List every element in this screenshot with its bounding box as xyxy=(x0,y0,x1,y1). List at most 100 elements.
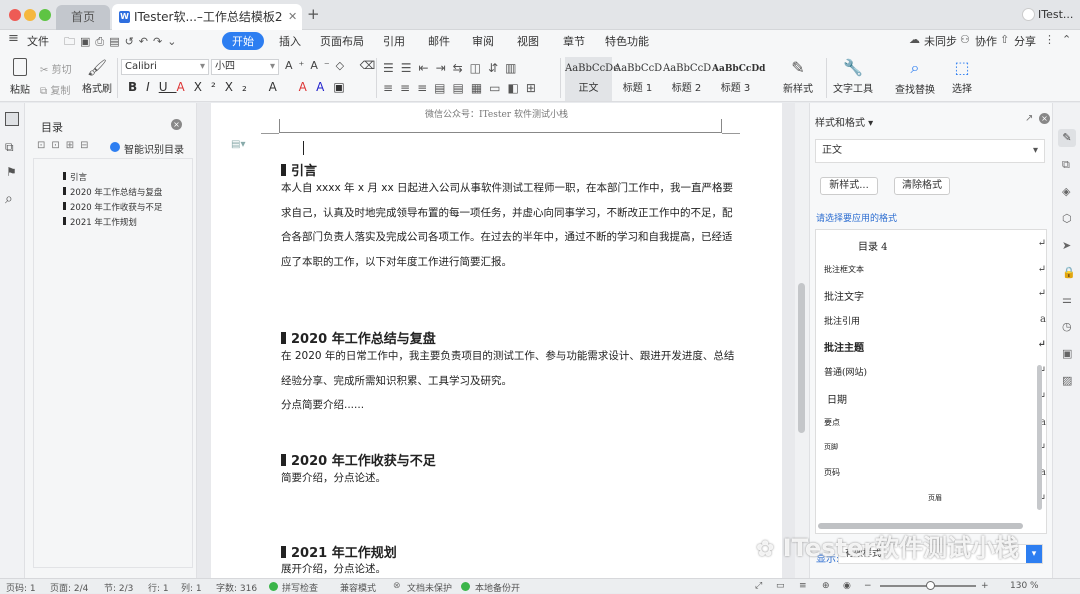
pointer-icon[interactable]: ➤ xyxy=(1062,239,1071,252)
quick-access-icons[interactable]: 🗀▣⎙▤↺↶↷⌄ xyxy=(64,33,181,52)
menu-tab-mail[interactable]: 邮件 xyxy=(428,33,450,49)
select-button[interactable]: ⬚ 选择 xyxy=(946,58,978,95)
sync-status[interactable]: 未同步 xyxy=(924,33,957,49)
compat-mode[interactable]: 兼容模式 xyxy=(340,581,376,594)
menu-tab-chapter[interactable]: 章节 xyxy=(563,33,585,49)
paste-button[interactable]: 粘贴 xyxy=(5,58,35,98)
format-painter-button[interactable]: 🖌 格式刷 xyxy=(82,58,112,95)
collab-button[interactable]: 协作 xyxy=(975,33,997,49)
history-icon[interactable]: ◷ xyxy=(1062,320,1072,333)
style-heading1[interactable]: AaBbCcD 标题 1 xyxy=(614,57,662,101)
tab-close-icon[interactable]: ✕ xyxy=(288,4,297,30)
style-item[interactable]: 批注主题 ↵ xyxy=(824,339,1046,354)
panel-popout-icon[interactable]: ↗ xyxy=(1025,113,1033,124)
style-item[interactable]: 日期↵ xyxy=(824,391,1046,406)
backup-status[interactable]: 本地备份开 xyxy=(475,581,520,594)
list-view-icon[interactable]: ≡ xyxy=(799,581,807,591)
sliders-icon[interactable]: ⚌ xyxy=(1062,293,1072,306)
style-item[interactable]: 批注框文本 ↵ xyxy=(824,264,1046,275)
copy-button[interactable]: ⧉ 复制 xyxy=(40,82,70,97)
menu-tab-start[interactable]: 开始 xyxy=(222,32,264,50)
eye-icon[interactable]: ◉ xyxy=(843,581,851,591)
zoom-handle[interactable] xyxy=(926,581,935,590)
close-window-button[interactable] xyxy=(9,9,21,21)
size-select[interactable]: 小四 ▾ xyxy=(211,59,279,75)
tab-home[interactable]: 首页 xyxy=(56,5,110,30)
style-item[interactable]: 页脚↵ xyxy=(824,442,1046,453)
document-scrollbar[interactable] xyxy=(795,103,809,578)
document-page[interactable]: 微信公众号：ITester 软件测试小栈 ▤▾ 引言 本人自 xxxx 年 x … xyxy=(211,103,782,578)
format-painter-label: 格式刷 xyxy=(82,84,112,95)
menu-tab-reference[interactable]: 引用 xyxy=(383,33,405,49)
style-item[interactable]: 普通(网站)↵ xyxy=(824,365,1046,378)
fill-icon[interactable]: ◈ xyxy=(1062,185,1070,198)
style-heading2[interactable]: AaBbCcD 标题 2 xyxy=(663,57,711,101)
zoom-level[interactable]: 130 % xyxy=(1010,581,1039,591)
close-icon[interactable]: × xyxy=(171,119,182,130)
menu-tab-review[interactable]: 审阅 xyxy=(472,33,494,49)
doc-outline-icon[interactable]: ▤▾ xyxy=(231,139,245,150)
new-style-button[interactable]: ✎ 新样式 xyxy=(780,58,816,95)
font-size-tools[interactable]: A⁺A⁻◇ ⌫ xyxy=(285,59,381,72)
protection-status[interactable]: 文档未保护 xyxy=(407,581,452,594)
scroll-thumb[interactable] xyxy=(798,283,805,433)
outline-icon[interactable] xyxy=(5,112,19,126)
paragraph-line: 求自己，认真及时地完成领导布置的每一项任务，并虚心向同事学习，不断改正工作中的不… xyxy=(281,207,733,219)
hamburger-icon[interactable]: ≡ xyxy=(8,31,19,46)
style-heading3[interactable]: AaBbCcDd 标题 3 xyxy=(712,57,765,101)
fullscreen-icon[interactable]: ⤢ xyxy=(755,581,762,591)
avatar[interactable] xyxy=(1022,8,1035,21)
nav-tool-icons[interactable]: ⊡⊡⊞⊟ xyxy=(37,140,95,151)
image-icon[interactable]: ▣ xyxy=(1062,347,1072,360)
page-view-icon[interactable]: ▭ xyxy=(776,581,785,591)
text-tools-button[interactable]: 🔧 文字工具 xyxy=(832,58,874,95)
style-pen-icon[interactable]: ✎ xyxy=(1058,129,1076,147)
bookmark-icon[interactable]: ⚑ xyxy=(6,165,17,179)
shapes-icon[interactable]: ⧉ xyxy=(1062,158,1070,172)
new-style-button[interactable]: 新样式... xyxy=(820,177,878,195)
style-item[interactable]: 页码 a xyxy=(824,467,1046,478)
zoom-out-button[interactable]: − xyxy=(864,581,872,591)
paragraph-tools[interactable]: ☰☰⇤⇥⇆◫⇵▥ ≡≡≡▤▤▦▭◧⊞ xyxy=(383,58,543,98)
more-menu-icon[interactable]: ⋮ xyxy=(1044,33,1055,46)
menu-tab-features[interactable]: 特色功能 xyxy=(605,33,649,49)
minimize-window-button[interactable] xyxy=(24,9,36,21)
style-list-scrollbar[interactable] xyxy=(1037,365,1042,510)
style-item[interactable]: 要点 a xyxy=(824,417,1046,428)
smart-toc-button[interactable]: 智能识别目录 xyxy=(124,141,184,156)
lock-icon[interactable]: 🔒 xyxy=(1062,266,1076,279)
menu-tab-layout[interactable]: 页面布局 xyxy=(320,33,364,49)
font-select[interactable]: Calibri ▾ xyxy=(121,59,209,75)
current-style-select[interactable]: 正文 ▾ xyxy=(815,139,1045,163)
maximize-window-button[interactable] xyxy=(39,9,51,21)
style-item[interactable]: 页眉↵ xyxy=(824,493,1046,504)
picture-icon[interactable]: ▨ xyxy=(1062,374,1072,387)
web-view-icon[interactable]: ⊕ xyxy=(822,581,830,591)
style-item[interactable]: 批注文字 ↵ xyxy=(824,288,1046,303)
share-button[interactable]: 分享 xyxy=(1014,33,1036,49)
style-item[interactable]: 批注引用 a xyxy=(824,314,1046,327)
close-icon[interactable]: × xyxy=(1039,113,1050,124)
find-replace-button[interactable]: ⌕ 查找替换 xyxy=(892,58,938,96)
text-format-tools[interactable]: BIUAX²X₂ A AA▣ xyxy=(128,80,354,94)
style-gallery[interactable]: AaBbCcDc 正文 AaBbCcD 标题 1 AaBbCcD 标题 2 Aa… xyxy=(565,57,770,101)
cloud-icon: ☁ xyxy=(909,33,920,46)
new-tab-icon[interactable]: + xyxy=(307,5,320,23)
menu-tab-insert[interactable]: 插入 xyxy=(279,33,301,49)
collapse-ribbon-icon[interactable]: ⌃ xyxy=(1062,33,1071,46)
hexagon-icon[interactable]: ⬡ xyxy=(1062,212,1072,225)
tab-document[interactable]: W ITester软...–工作总结模板2 ✕ xyxy=(112,4,302,30)
wrench-icon: 🔧 xyxy=(843,58,863,77)
menu-file[interactable]: 文件 xyxy=(27,33,49,49)
menu-tab-view[interactable]: 视图 xyxy=(517,33,539,49)
style-normal[interactable]: AaBbCcDc 正文 xyxy=(565,57,619,101)
folder-icon[interactable]: ⧉ xyxy=(5,140,14,155)
spell-check-button[interactable]: 拼写检查 xyxy=(282,581,318,594)
nav-panel-frame xyxy=(33,158,193,568)
search-icon[interactable]: ⌕ xyxy=(5,191,13,207)
style-list[interactable]: 目录 4↵ 批注框文本↵ 批注文字↵ 批注引用a 批注主题↵ 普通(网站)↵ 日… xyxy=(815,229,1047,534)
clear-format-button[interactable]: 清除格式 xyxy=(894,177,950,195)
style-item[interactable]: 目录 4 ↵ xyxy=(824,238,1046,253)
zoom-in-button[interactable]: + xyxy=(981,581,989,591)
cut-button[interactable]: ✂ 剪切 xyxy=(40,61,72,76)
